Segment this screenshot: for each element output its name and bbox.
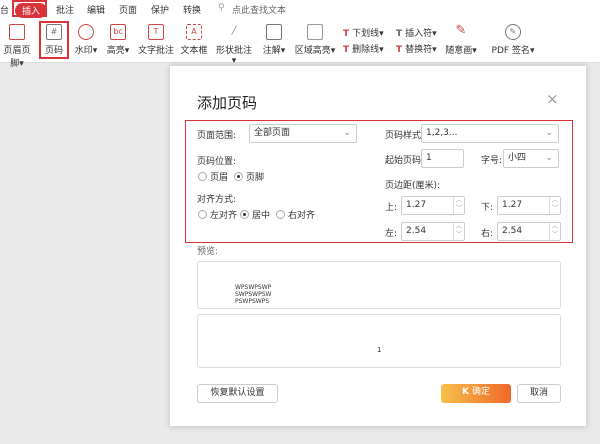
hash-page-icon: #	[46, 24, 62, 40]
bottom-margin-input[interactable]: 1.27 ︿ ﹀	[497, 196, 561, 215]
restore-defaults-button[interactable]: 恢复默认设置	[197, 384, 278, 403]
style-label: 页码样式:	[385, 131, 425, 141]
tab-comment[interactable]: 批注	[56, 3, 74, 16]
area-highlight-button[interactable]: 区域高亮▾	[294, 24, 336, 56]
bottom-label: 下:	[481, 203, 494, 213]
chevron-down-icon: ⌄	[545, 153, 553, 163]
header-footer-icon	[9, 24, 25, 40]
spinner-icon[interactable]: ︿ ﹀	[453, 223, 464, 240]
text-comment-icon: T	[148, 24, 164, 40]
tab-convert[interactable]: 转换	[183, 3, 201, 16]
radio-align-left[interactable]: 左对齐	[198, 208, 237, 221]
strikethrough-button[interactable]: T 删除线▾	[343, 42, 384, 55]
left-label: 左:	[385, 229, 398, 239]
strikethrough-icon: T	[343, 45, 350, 55]
chevron-down-icon: ⌄	[343, 128, 351, 138]
radio-align-right[interactable]: 右对齐	[276, 208, 315, 221]
right-label: 右:	[481, 229, 494, 239]
start-input[interactable]: 1	[421, 149, 464, 168]
tab-page[interactable]: 页面	[119, 3, 137, 16]
header-footer-button[interactable]: 页眉页脚▾	[0, 24, 34, 69]
spinner-icon[interactable]: ︿ ﹀	[453, 197, 464, 214]
toolbar: 台 插入 批注 编辑 页面 保护 转换 ⚲ 点此查找文本 页眉页脚▾ # 页码 水…	[0, 0, 600, 69]
font-size-select[interactable]: 小四 ⌄	[503, 149, 559, 168]
dialog-title: 添加页码	[197, 94, 258, 112]
shape-comment-button[interactable]: ╱ 形状批注▾	[214, 24, 254, 66]
font-size-label: 字号:	[481, 156, 503, 166]
sign-icon: ✎	[505, 24, 521, 40]
pen-icon: ✎	[455, 23, 467, 38]
add-page-number-dialog: 添加页码 × 页面范围: 全部页面 ⌄ 页码位置: 页眉 页脚 对齐方式: 左对齐…	[170, 66, 586, 426]
page-range-select[interactable]: 全部页面 ⌄	[249, 124, 357, 143]
tab-prev[interactable]: 台	[0, 3, 9, 16]
style-select[interactable]: 1,2,3... ⌄	[421, 124, 559, 143]
chevron-down-icon: ⌄	[545, 128, 553, 138]
align-label: 对齐方式:	[197, 195, 237, 205]
insert-mark-icon: T	[396, 29, 403, 39]
text-box-icon: A	[186, 24, 202, 40]
insert-mark-button[interactable]: T 插入符▾	[396, 26, 437, 39]
position-label: 页码位置:	[197, 157, 237, 167]
text-box-button[interactable]: A 文本框	[180, 24, 208, 56]
preview-label: 预览:	[197, 247, 219, 257]
radio-header[interactable]: 页眉	[198, 170, 228, 183]
page-number-button[interactable]: # 页码	[41, 24, 67, 56]
spinner-icon[interactable]: ︿ ﹀	[549, 223, 560, 240]
annotation-icon	[266, 24, 282, 40]
margin-label: 页边距(厘米):	[385, 181, 441, 191]
close-icon[interactable]: ×	[546, 90, 559, 108]
underline-icon: T	[343, 29, 350, 39]
right-margin-input[interactable]: 2.54 ︿ ﹀	[497, 222, 561, 241]
watermark-button[interactable]: 水印▾	[71, 24, 101, 56]
radio-align-center[interactable]: 居中	[240, 208, 270, 221]
tab-edit[interactable]: 编辑	[87, 3, 105, 16]
search-box[interactable]: 点此查找文本	[232, 3, 286, 16]
preview-page-number: 1	[377, 346, 382, 354]
pdf-sign-button[interactable]: ✎ PDF 签名▾	[490, 24, 536, 56]
ok-button[interactable]: K 确定	[441, 384, 511, 403]
freehand-button[interactable]: ✎ 随意画▾	[444, 24, 478, 56]
wps-logo-icon: K	[461, 387, 473, 397]
area-highlight-icon	[307, 24, 323, 40]
cancel-button[interactable]: 取消	[517, 384, 561, 403]
spinner-icon[interactable]: ︿ ﹀	[549, 197, 560, 214]
radio-footer[interactable]: 页脚	[234, 170, 264, 183]
search-icon[interactable]: ⚲	[218, 3, 225, 13]
text-comment-button[interactable]: T 文字批注	[138, 24, 174, 56]
left-margin-input[interactable]: 2.54 ︿ ﹀	[401, 222, 465, 241]
start-label: 起始页码:	[385, 156, 425, 166]
top-label: 上:	[385, 203, 398, 213]
highlight-icon: bc	[110, 24, 126, 40]
preview-header-page: WPSWPSWP SWPSWPSW PSWPSWPS	[197, 261, 561, 309]
watermark-icon	[78, 24, 94, 40]
highlight-button[interactable]: bc 高亮▾	[105, 24, 131, 56]
preview-text: WPSWPSWP SWPSWPSW PSWPSWPS	[235, 284, 272, 305]
page-range-label: 页面范围:	[197, 131, 237, 141]
underline-button[interactable]: T 下划线▾	[343, 26, 384, 39]
tab-insert[interactable]: 插入	[15, 3, 48, 18]
replace-mark-button[interactable]: T 替换符▾	[396, 42, 437, 55]
line-icon: ╱	[231, 26, 237, 35]
top-margin-input[interactable]: 1.27 ︿ ﹀	[401, 196, 465, 215]
replace-mark-icon: T	[396, 45, 403, 55]
preview-footer-page: 1	[197, 314, 561, 368]
annotation-button[interactable]: 注解▾	[260, 24, 288, 56]
tab-protect[interactable]: 保护	[151, 3, 169, 16]
